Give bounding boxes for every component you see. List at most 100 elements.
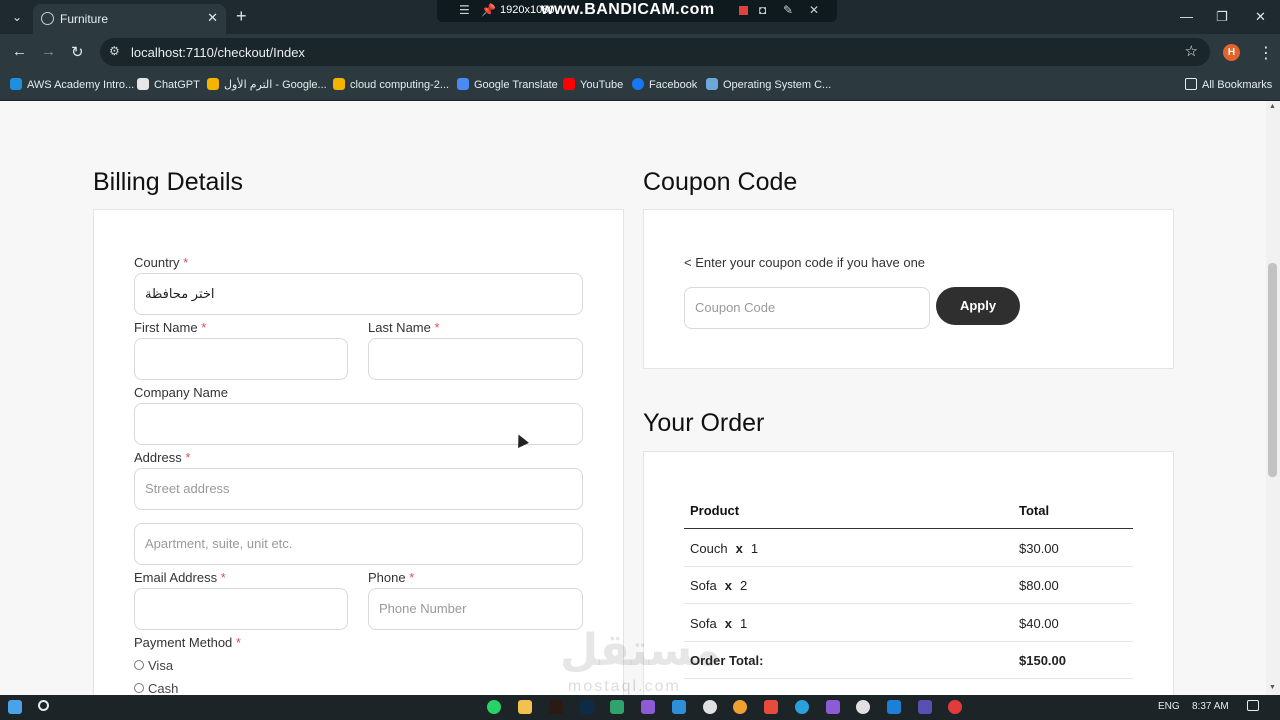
row-divider <box>684 678 1133 679</box>
billing-title: Billing Details <box>93 168 244 196</box>
forward-icon[interactable]: → <box>41 43 56 60</box>
order-row-total: $30.00 <box>1019 541 1059 556</box>
order-header-divider <box>684 528 1133 529</box>
email-input[interactable] <box>134 588 348 630</box>
address-label: Address * <box>134 450 191 465</box>
profile-avatar[interactable]: H <box>1223 44 1240 61</box>
tab-search-chevron-icon[interactable]: ⌄ <box>6 7 28 27</box>
recording-toolbar: ☰ 📌 1920x1080 www.BANDICAM.com ◘ ✎ ✕ <box>437 0 837 22</box>
recording-brand: www.BANDICAM.com <box>541 1 715 18</box>
payment-option-visa[interactable]: Visa <box>134 658 173 673</box>
order-title: Your Order <box>643 409 765 437</box>
edge-icon[interactable] <box>610 700 624 714</box>
vscode-icon[interactable] <box>672 700 686 714</box>
facebook-icon <box>632 78 644 90</box>
bandicam-icon[interactable] <box>948 700 962 714</box>
notifications-icon[interactable] <box>1247 700 1259 711</box>
bookmark-translate[interactable]: Google Translate <box>457 78 558 91</box>
coupon-input[interactable]: Coupon Code <box>684 287 930 329</box>
reload-icon[interactable]: ↻ <box>71 43 84 61</box>
visual-studio-2-icon[interactable] <box>826 700 840 714</box>
close-tab-icon[interactable]: ✕ <box>207 10 218 26</box>
start-icon[interactable] <box>8 700 22 714</box>
mail-icon[interactable] <box>887 700 901 714</box>
drive-icon <box>207 78 219 90</box>
scroll-up-icon[interactable]: ▲ <box>1269 103 1276 110</box>
chrome-active-icon[interactable] <box>856 700 870 714</box>
last-name-label: Last Name * <box>368 320 440 335</box>
chrome-icon[interactable] <box>703 700 717 714</box>
window-close-icon[interactable]: ✕ <box>1255 9 1266 25</box>
phone-label: Phone * <box>368 570 415 585</box>
order-row-total: $40.00 <box>1019 616 1059 631</box>
order-col-product: Product <box>690 503 740 518</box>
order-col-total: Total <box>1019 503 1050 518</box>
chatgpt-icon <box>137 78 149 90</box>
url-field[interactable]: ⚙ localhost:7110/checkout/Index ☆ <box>100 38 1210 66</box>
bookmark-aws[interactable]: AWS Academy Intro... <box>10 78 134 91</box>
back-icon[interactable]: ← <box>12 43 27 60</box>
clock[interactable]: 8:37 AM <box>1192 701 1229 712</box>
store-icon[interactable] <box>764 700 778 714</box>
restore-icon[interactable]: ❐ <box>1216 9 1228 25</box>
first-name-input[interactable] <box>134 338 348 380</box>
menu-icon[interactable]: ☰ <box>459 3 470 17</box>
scrollbar-thumb[interactable] <box>1268 263 1277 477</box>
order-row-product: Couch x 1 <box>690 541 759 556</box>
file-explorer-icon[interactable] <box>518 700 532 714</box>
apartment-input[interactable]: Apartment, suite, unit etc. <box>134 523 583 565</box>
watermark-url: mostaql.com <box>568 678 681 695</box>
row-divider <box>684 566 1133 567</box>
camera-icon[interactable]: ◘ <box>759 3 766 17</box>
illustrator-icon[interactable] <box>549 700 563 714</box>
last-name-input[interactable] <box>368 338 583 380</box>
payment-option-cash[interactable]: Cash <box>134 681 178 695</box>
street-address-input[interactable]: Street address <box>134 468 583 510</box>
coupon-hint: < Enter your coupon code if you have one <box>684 255 926 270</box>
site-info-icon[interactable]: ⚙ <box>109 44 120 58</box>
all-bookmarks[interactable]: All Bookmarks <box>1185 78 1272 91</box>
bookmark-star-icon[interactable]: ☆ <box>1185 42 1198 60</box>
email-label: Email Address * <box>134 570 226 585</box>
minimize-icon[interactable]: — <box>1180 9 1193 24</box>
first-name-label: First Name * <box>134 320 207 335</box>
record-stop-icon[interactable] <box>739 6 748 15</box>
drive-icon <box>333 78 345 90</box>
bookmarks-bar: AWS Academy Intro... ChatGPT الترم الأول… <box>0 70 1280 101</box>
bookmark-os[interactable]: Operating System C... <box>706 78 831 91</box>
bookmark-drive-2[interactable]: cloud computing-2... <box>333 78 449 91</box>
app-icon[interactable] <box>918 700 932 714</box>
whatsapp-icon[interactable] <box>487 700 501 714</box>
browser-tab[interactable]: Furniture ✕ <box>33 4 226 34</box>
new-tab-icon[interactable]: + <box>236 6 247 27</box>
order-total-value: $150.00 <box>1019 653 1066 668</box>
phone-input[interactable]: Phone Number <box>368 588 583 630</box>
country-select[interactable]: اختر محافظة <box>134 273 583 315</box>
tab-bar: ⌄ Furniture ✕ + ☰ 📌 1920x1080 www.BANDIC… <box>0 0 1280 34</box>
radio-icon <box>134 683 144 693</box>
scroll-down-icon[interactable]: ▼ <box>1269 684 1276 691</box>
computer-icon <box>706 78 718 90</box>
chrome-alt-icon[interactable] <box>733 700 747 714</box>
bookmark-drive-1[interactable]: الترم الأول - Google... <box>207 78 327 91</box>
order-row-total: $80.00 <box>1019 578 1059 593</box>
photoshop-icon[interactable] <box>580 700 594 714</box>
bookmark-facebook[interactable]: Facebook <box>632 78 697 91</box>
browser-menu-icon[interactable]: ⋮ <box>1258 43 1274 63</box>
payment-label: Payment Method * <box>134 635 241 650</box>
bookmark-youtube[interactable]: YouTube <box>563 78 623 91</box>
search-icon[interactable] <box>38 700 49 711</box>
pen-icon[interactable]: ✎ <box>783 3 793 17</box>
telegram-icon[interactable] <box>795 700 809 714</box>
close-icon[interactable]: ✕ <box>809 3 819 17</box>
country-label: Country * <box>134 255 189 270</box>
visual-studio-icon[interactable] <box>641 700 655 714</box>
address-bar-row: ← → ↻ ⚙ localhost:7110/checkout/Index ☆ <box>0 34 1280 70</box>
folder-icon <box>1185 78 1197 90</box>
bookmark-chatgpt[interactable]: ChatGPT <box>137 78 200 91</box>
language-indicator[interactable]: ENG <box>1158 701 1180 712</box>
apply-coupon-button[interactable]: Apply <box>936 287 1020 325</box>
globe-icon <box>41 12 54 25</box>
pin-icon[interactable]: 📌 <box>481 3 496 17</box>
order-row-product: Sofa x 2 <box>690 578 748 593</box>
